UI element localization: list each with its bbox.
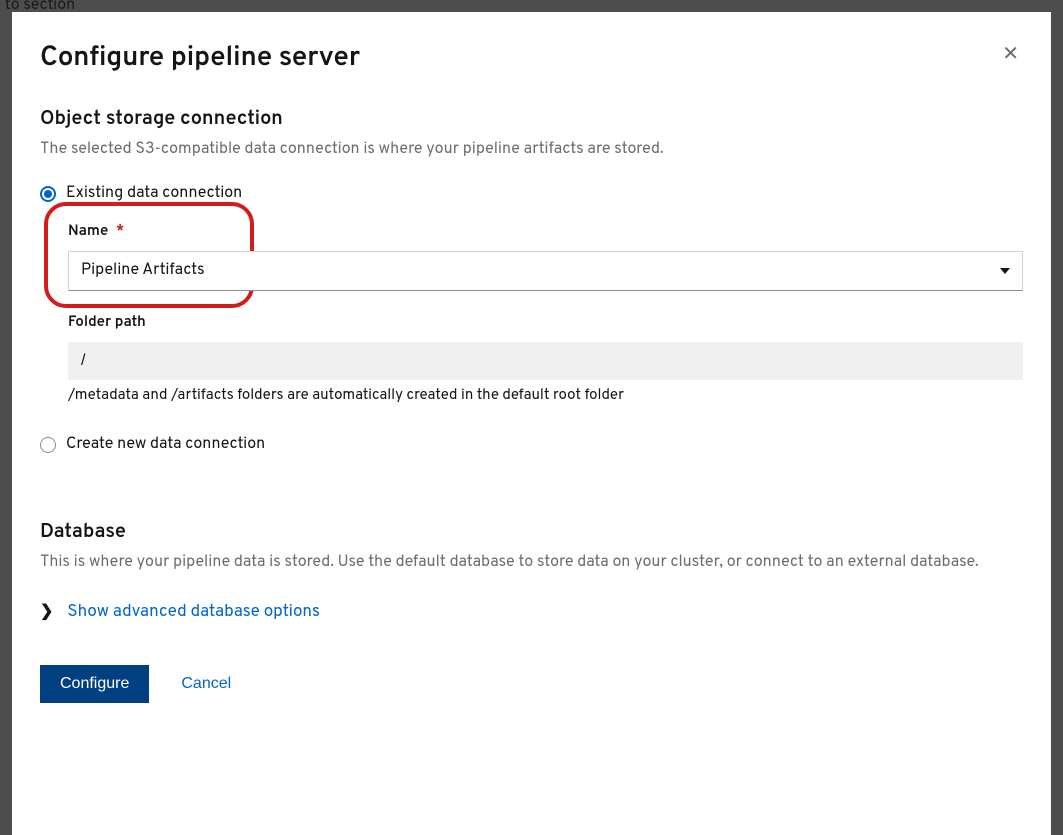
radio-create-new[interactable] <box>40 437 56 453</box>
database-description: This is where your pipeline data is stor… <box>40 551 1023 575</box>
expand-database-options[interactable]: ❯ Show advanced database options <box>40 601 1023 623</box>
close-icon: ✕ <box>1002 43 1019 65</box>
configure-pipeline-modal: Configure pipeline server ✕ Object stora… <box>12 12 1051 835</box>
name-field-label-text: Name <box>68 222 108 241</box>
radio-existing-connection[interactable] <box>40 186 56 202</box>
caret-down-icon <box>1000 268 1010 274</box>
radio-existing-connection-label: Existing data connection <box>66 184 242 204</box>
close-button[interactable]: ✕ <box>998 40 1023 68</box>
expand-database-options-label: Show advanced database options <box>67 601 320 623</box>
folder-path-label: Folder path <box>68 313 1023 332</box>
folder-path-input[interactable] <box>68 342 1023 380</box>
object-storage-description: The selected S3-compatible data connecti… <box>40 138 1023 162</box>
name-select[interactable]: Pipeline Artifacts <box>68 251 1023 291</box>
configure-button[interactable]: Configure <box>40 665 149 703</box>
name-select-value: Pipeline Artifacts <box>81 261 205 281</box>
object-storage-heading: Object storage connection <box>40 106 1023 132</box>
radio-create-new-label: Create new data connection <box>66 435 265 455</box>
cancel-button[interactable]: Cancel <box>181 675 231 693</box>
radio-existing-connection-row[interactable]: Existing data connection <box>40 184 1023 204</box>
required-marker: * <box>116 222 124 241</box>
folder-path-helper: /metadata and /artifacts folders are aut… <box>68 386 1023 405</box>
chevron-right-icon: ❯ <box>40 601 53 623</box>
name-field-label: Name * <box>68 222 1023 241</box>
radio-create-new-row[interactable]: Create new data connection <box>40 435 1023 455</box>
database-heading: Database <box>40 519 1023 545</box>
modal-title: Configure pipeline server <box>40 40 360 76</box>
